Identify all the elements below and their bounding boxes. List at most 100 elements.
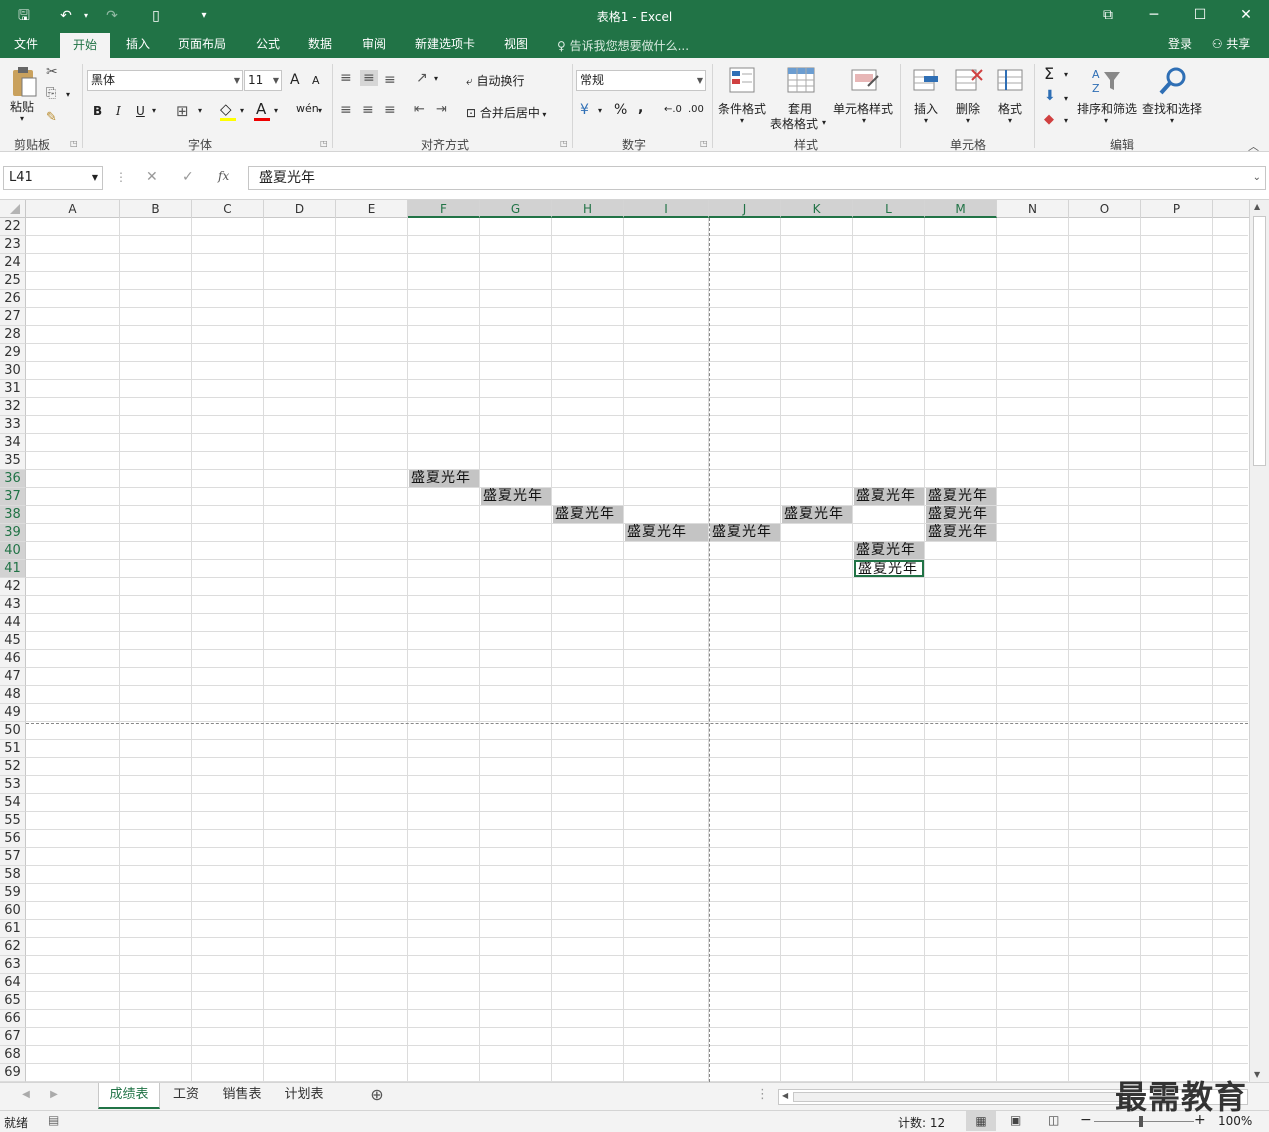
tab-insert[interactable]: 插入 [116, 32, 160, 58]
row-header-38[interactable]: 38 [0, 506, 26, 524]
row-header-35[interactable]: 35 [0, 452, 26, 470]
row-header-46[interactable]: 46 [0, 650, 26, 668]
fill-down-icon[interactable]: ⬇ [1044, 88, 1056, 104]
scroll-left-icon[interactable]: ◀ [782, 1091, 788, 1100]
column-header-G[interactable]: G [480, 200, 552, 218]
row-header-26[interactable]: 26 [0, 290, 26, 308]
fill-dropdown-icon[interactable]: ▾ [240, 106, 244, 115]
format-cells-button[interactable]: 格式 [998, 100, 1022, 117]
share-button[interactable]: ⚇ 共享 [1206, 32, 1256, 58]
tab-file[interactable]: 文件 [4, 32, 48, 58]
scroll-down-icon[interactable]: ▼ [1254, 1070, 1260, 1079]
row-header-30[interactable]: 30 [0, 362, 26, 380]
row-header-65[interactable]: 65 [0, 992, 26, 1010]
column-header-L[interactable]: L [853, 200, 925, 218]
row-header-40[interactable]: 40 [0, 542, 26, 560]
page-layout-view-icon[interactable]: ▣ [1010, 1113, 1021, 1127]
row-header-57[interactable]: 57 [0, 848, 26, 866]
row-header-67[interactable]: 67 [0, 1028, 26, 1046]
align-right-icon[interactable]: ≡ [384, 102, 396, 118]
column-header-E[interactable]: E [336, 200, 408, 218]
row-header-48[interactable]: 48 [0, 686, 26, 704]
paste-icon[interactable] [10, 66, 38, 98]
underline-button[interactable]: U [136, 104, 145, 118]
find-select-button[interactable]: 查找和选择 [1142, 100, 1202, 117]
shrink-font-button[interactable]: A [312, 74, 320, 87]
comma-button[interactable]: , [638, 100, 643, 116]
column-header-K[interactable]: K [781, 200, 853, 218]
row-header-54[interactable]: 54 [0, 794, 26, 812]
row-header-53[interactable]: 53 [0, 776, 26, 794]
row-header-56[interactable]: 56 [0, 830, 26, 848]
orientation-icon[interactable]: ↗ [416, 70, 428, 86]
sheet-tab-plan[interactable]: 计划表 [274, 1083, 334, 1109]
underline-dropdown-icon[interactable]: ▾ [152, 106, 156, 115]
font-color-icon[interactable]: A [256, 100, 266, 118]
next-sheet-icon[interactable]: ▶ [46, 1083, 62, 1109]
expand-formula-icon[interactable]: ⌄ [1253, 167, 1261, 189]
row-header-24[interactable]: 24 [0, 254, 26, 272]
delete-dropdown-icon[interactable]: ▾ [966, 116, 970, 125]
column-header-I[interactable]: I [624, 200, 709, 218]
row-header-51[interactable]: 51 [0, 740, 26, 758]
delete-cells-button[interactable]: 删除 [956, 100, 980, 117]
tab-splitter-icon[interactable]: ⋮ [756, 1083, 769, 1109]
row-header-69[interactable]: 69 [0, 1064, 26, 1082]
find-dropdown-icon[interactable]: ▾ [1170, 116, 1174, 125]
column-header-N[interactable]: N [997, 200, 1069, 218]
phonetic-icon[interactable]: wén [296, 102, 319, 115]
tab-page-layout[interactable]: 页面布局 [170, 32, 234, 58]
phonetic-dropdown-icon[interactable]: ▾ [318, 106, 322, 115]
column-header-J[interactable]: J [709, 200, 781, 218]
conditional-format-icon[interactable] [728, 66, 758, 96]
column-header-B[interactable]: B [120, 200, 192, 218]
tab-data[interactable]: 数据 [298, 32, 342, 58]
bold-button[interactable]: B [93, 104, 102, 118]
format-cells-icon[interactable] [996, 66, 1026, 96]
cell-L37[interactable]: 盛夏光年 [854, 488, 924, 505]
tab-home[interactable]: 开始 [60, 32, 110, 58]
align-center-icon[interactable]: ≡ [362, 102, 374, 118]
cancel-entry-icon[interactable]: ✕ [146, 169, 158, 185]
ribbon-display-icon[interactable]: ⧉ [1085, 0, 1131, 32]
grow-font-button[interactable]: A [290, 72, 300, 88]
add-sheet-icon[interactable]: ⊕ [366, 1083, 388, 1109]
cut-icon[interactable]: ✂ [46, 64, 58, 80]
cell-L40[interactable]: 盛夏光年 [854, 542, 924, 559]
insert-dropdown-icon[interactable]: ▾ [924, 116, 928, 125]
wrap-text-button[interactable]: ⤶ 自动换行 [466, 72, 525, 89]
autosum-icon[interactable]: Σ [1044, 64, 1054, 83]
login-link[interactable]: 登录 [1160, 32, 1200, 58]
align-middle-icon[interactable]: ≡ [360, 70, 378, 86]
cell-styles-button[interactable]: 单元格样式 [833, 100, 893, 117]
maximize-button[interactable]: ☐ [1177, 0, 1223, 32]
active-cell[interactable]: 盛夏光年 [854, 560, 924, 577]
tab-new-tab[interactable]: 新建选项卡 [406, 32, 484, 58]
paste-label[interactable]: 粘贴 [10, 98, 34, 115]
row-header-23[interactable]: 23 [0, 236, 26, 254]
minimize-button[interactable]: ─ [1131, 0, 1177, 32]
row-header-34[interactable]: 34 [0, 434, 26, 452]
sheet-tab-sales[interactable]: 销售表 [212, 1083, 272, 1109]
font-launcher-icon[interactable]: ◳ [320, 139, 328, 148]
decrease-decimal-icon[interactable]: .00 [688, 104, 704, 115]
tab-formulas[interactable]: 公式 [246, 32, 290, 58]
sort-filter-button[interactable]: 排序和筛选 [1077, 100, 1137, 117]
cell-M37[interactable]: 盛夏光年 [926, 488, 996, 505]
row-header-41[interactable]: 41 [0, 560, 26, 578]
accounting-dropdown-icon[interactable]: ▾ [598, 106, 602, 115]
row-header-59[interactable]: 59 [0, 884, 26, 902]
increase-decimal-icon[interactable]: ←.0 [664, 104, 682, 115]
row-header-62[interactable]: 62 [0, 938, 26, 956]
format-painter-icon[interactable]: ✎ [46, 110, 57, 125]
column-header-O[interactable]: O [1069, 200, 1141, 218]
column-header-M[interactable]: M [925, 200, 997, 218]
paste-dropdown-icon[interactable]: ▾ [20, 114, 24, 123]
row-header-63[interactable]: 63 [0, 956, 26, 974]
clipboard-launcher-icon[interactable]: ◳ [70, 139, 78, 148]
row-header-55[interactable]: 55 [0, 812, 26, 830]
insert-cells-button[interactable]: 插入 [914, 100, 938, 117]
prev-sheet-icon[interactable]: ◀ [18, 1083, 34, 1109]
tell-me-search[interactable]: ♀ 告诉我您想要做什么... [557, 37, 689, 54]
confirm-entry-icon[interactable]: ✓ [182, 169, 194, 185]
